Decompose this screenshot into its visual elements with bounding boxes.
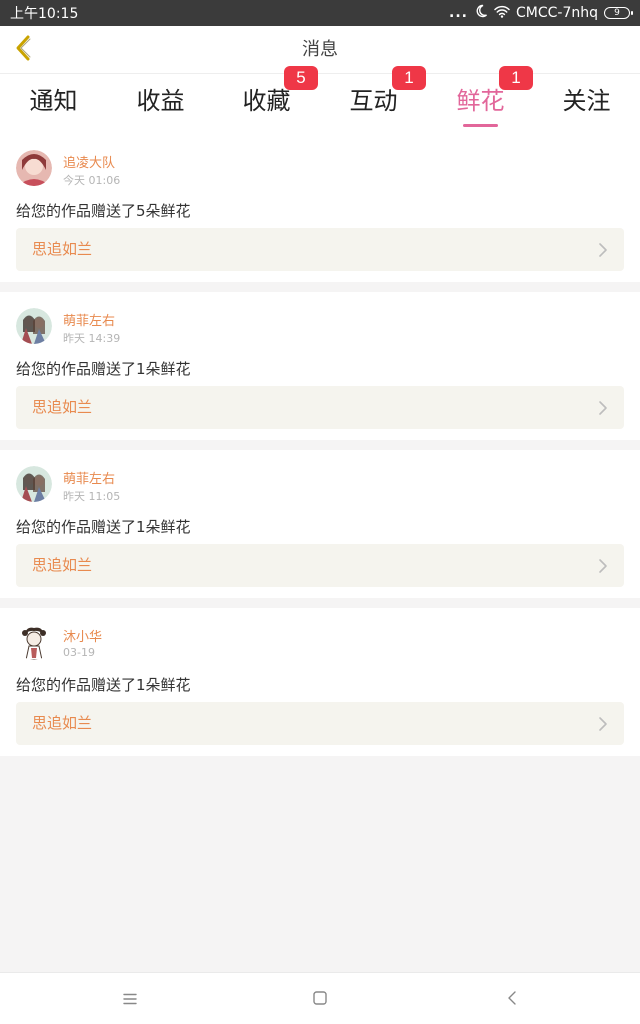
tab-bar: 通知 收益 收藏 5 互动 1 鲜花 1 关注 <box>0 66 640 134</box>
menu-button[interactable] <box>100 973 160 1024</box>
timestamp: 今天 01:06 <box>63 174 121 187</box>
back-button[interactable] <box>8 34 38 66</box>
interactions-badge: 1 <box>392 66 426 90</box>
menu-icon <box>123 990 137 1009</box>
timestamp: 昨天 14:39 <box>63 332 121 345</box>
tab-flowers[interactable]: 鲜花 1 <box>427 66 534 134</box>
chevron-right-icon <box>598 558 608 574</box>
status-time: 上午10:15 <box>10 6 79 22</box>
message-text: 给您的作品赠送了1朵鲜花 <box>16 676 191 694</box>
tab-interactions[interactable]: 互动 1 <box>320 66 427 134</box>
avatar[interactable] <box>16 308 52 344</box>
message-text: 给您的作品赠送了1朵鲜花 <box>16 360 191 378</box>
chevron-right-icon <box>598 242 608 258</box>
back-nav-button[interactable] <box>482 973 542 1024</box>
flowers-badge: 1 <box>499 66 533 90</box>
header: 消息 <box>0 26 640 74</box>
battery-level: 9 <box>614 7 620 18</box>
avatar[interactable] <box>16 466 52 502</box>
work-title: 思追如兰 <box>32 556 93 574</box>
status-icons: ... CMCC-7nhq 9 <box>449 4 633 22</box>
active-tab-indicator <box>463 124 498 127</box>
wifi-icon <box>494 5 510 22</box>
tab-label: 收益 <box>136 87 185 115</box>
tab-favorites[interactable]: 收藏 5 <box>213 66 320 134</box>
chevron-right-icon <box>598 716 608 732</box>
system-nav-bar <box>0 972 640 1024</box>
home-button[interactable] <box>290 973 350 1024</box>
home-icon <box>313 990 327 1009</box>
work-title: 思追如兰 <box>32 398 93 416</box>
status-bar: 上午10:15 ... CMCC-7nhq 9 <box>0 0 640 26</box>
moon-icon <box>474 4 488 22</box>
timestamp: 昨天 11:05 <box>63 490 121 503</box>
battery-icon: 9 <box>604 7 633 19</box>
message-list: 追凌大队 今天 01:06 给您的作品赠送了5朵鲜花 思追如兰 萌菲左右 昨天 … <box>0 134 640 766</box>
tab-earnings[interactable]: 收益 <box>107 74 214 134</box>
work-title: 思追如兰 <box>32 714 93 732</box>
message-text: 给您的作品赠送了1朵鲜花 <box>16 518 191 536</box>
page-title: 消息 <box>302 39 338 60</box>
user-name[interactable]: 萌菲左右 <box>63 468 115 487</box>
avatar[interactable] <box>16 624 52 660</box>
list-item: 萌菲左右 昨天 11:05 给您的作品赠送了1朵鲜花 思追如兰 <box>0 450 640 598</box>
user-name[interactable]: 萌菲左右 <box>63 310 115 329</box>
chevron-right-icon <box>598 400 608 416</box>
tab-follow[interactable]: 关注 <box>533 74 640 134</box>
tab-notifications[interactable]: 通知 <box>0 74 107 134</box>
signal-dots: ... <box>449 5 468 21</box>
message-text: 给您的作品赠送了5朵鲜花 <box>16 202 191 220</box>
list-item: 萌菲左右 昨天 14:39 给您的作品赠送了1朵鲜花 思追如兰 <box>0 292 640 440</box>
work-link[interactable]: 思追如兰 <box>16 228 624 271</box>
back-icon <box>507 990 517 1009</box>
user-name[interactable]: 沐小华 <box>63 626 102 645</box>
tab-label: 关注 <box>562 87 611 115</box>
work-link[interactable]: 思追如兰 <box>16 544 624 587</box>
tab-label: 通知 <box>29 87 78 115</box>
work-title: 思追如兰 <box>32 240 93 258</box>
user-name[interactable]: 追凌大队 <box>63 152 115 171</box>
timestamp: 03-19 <box>63 646 95 659</box>
avatar[interactable] <box>16 150 52 186</box>
work-link[interactable]: 思追如兰 <box>16 702 624 745</box>
work-link[interactable]: 思追如兰 <box>16 386 624 429</box>
network-name: CMCC-7nhq <box>516 5 598 21</box>
favorites-badge: 5 <box>284 66 318 90</box>
list-item: 追凌大队 今天 01:06 给您的作品赠送了5朵鲜花 思追如兰 <box>0 134 640 282</box>
chevron-left-icon <box>14 34 32 66</box>
list-item: 沐小华 03-19 给您的作品赠送了1朵鲜花 思追如兰 <box>0 608 640 756</box>
